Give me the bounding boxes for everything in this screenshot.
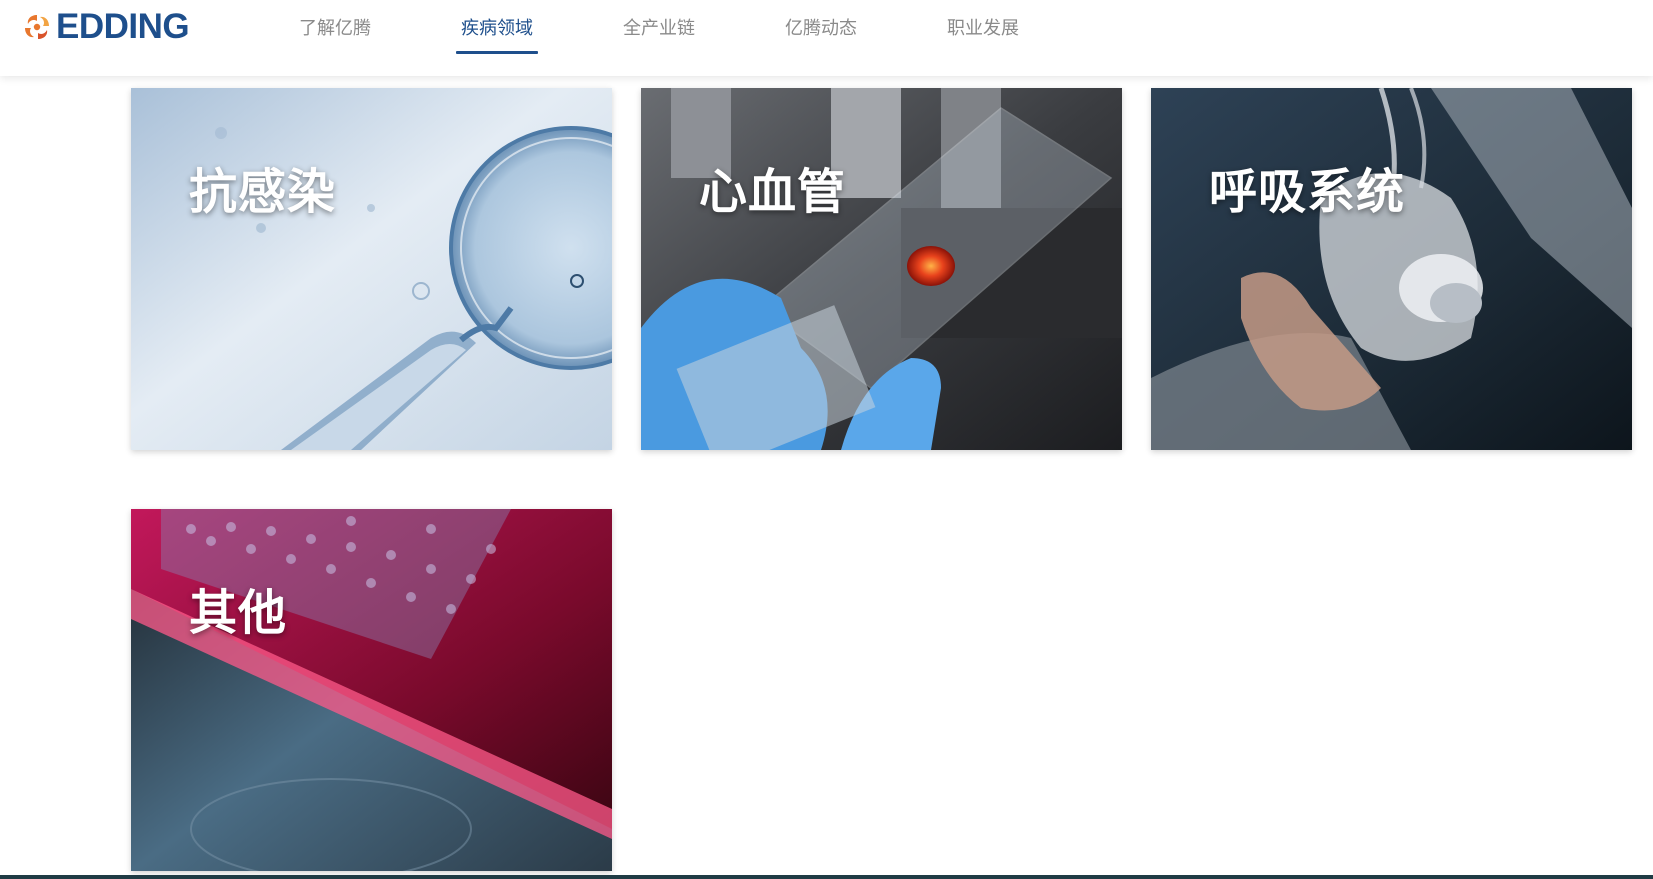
logo-text: EDDING <box>56 7 190 46</box>
oxygen-mask-photo <box>1151 88 1632 450</box>
microinjection-cell-photo <box>131 88 612 450</box>
disease-card-respiratory[interactable]: 呼吸系统 <box>1151 88 1632 450</box>
red-liquid-test-tube-photo <box>131 509 612 871</box>
card-title: 其他 <box>189 585 288 641</box>
nav-item-label: 亿腾动态 <box>785 18 857 39</box>
nav-item-disease-areas[interactable]: 疾病领域 <box>456 0 538 56</box>
nav-item-label: 职业发展 <box>947 18 1019 39</box>
nav-item-news[interactable]: 亿腾动态 <box>780 0 862 56</box>
nav-item-careers[interactable]: 职业发展 <box>942 0 1024 56</box>
edding-swirl-icon <box>25 15 49 39</box>
main-nav: 了解亿腾 疾病领域 全产业链 亿腾动态 职业发展 <box>294 0 1104 56</box>
logo[interactable]: EDDING <box>22 7 190 46</box>
top-header: EDDING 了解亿腾 疾病领域 全产业链 亿腾动态 职业发展 <box>0 0 1653 76</box>
nav-item-label: 疾病领域 <box>461 18 533 39</box>
card-title: 心血管 <box>699 164 847 220</box>
disease-card-other[interactable]: 其他 <box>131 509 612 871</box>
card-title: 呼吸系统 <box>1209 164 1406 220</box>
nav-item-label: 了解亿腾 <box>299 18 371 39</box>
active-tab-indicator <box>456 51 538 54</box>
footer-edge-bar <box>0 875 1653 879</box>
nav-item-industry-chain[interactable]: 全产业链 <box>618 0 700 56</box>
blood-slide-microscope-photo <box>641 88 1122 450</box>
disease-card-anti-infection[interactable]: 抗感染 <box>131 88 612 450</box>
disease-card-cardiovascular[interactable]: 心血管 <box>641 88 1122 450</box>
nav-item-about[interactable]: 了解亿腾 <box>294 0 376 56</box>
nav-item-label: 全产业链 <box>623 18 695 39</box>
card-title: 抗感染 <box>189 164 337 220</box>
